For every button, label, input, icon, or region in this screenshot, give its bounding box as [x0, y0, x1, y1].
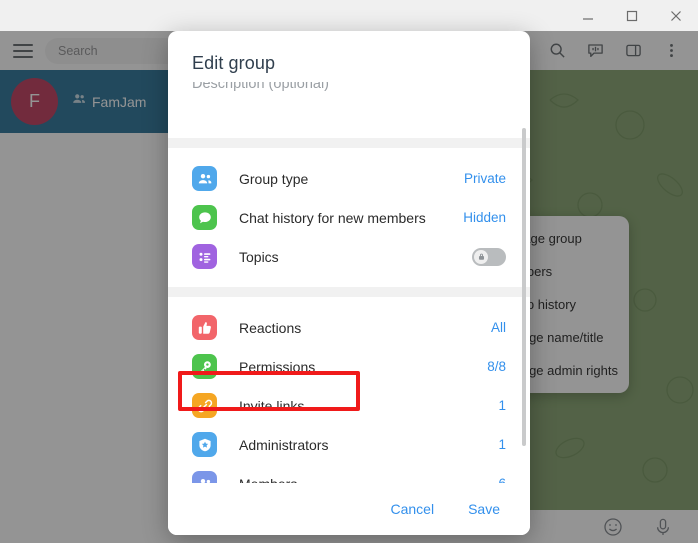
group-people-icon — [192, 166, 217, 191]
row-label: Topics — [239, 248, 279, 265]
row-label: Administrators — [239, 436, 329, 453]
topics-list-icon — [192, 244, 217, 269]
invite-link-icon — [192, 393, 217, 418]
lock-icon — [474, 249, 488, 264]
row-invite-links[interactable]: Invite links 1 — [168, 386, 530, 425]
row-value: 1 — [498, 398, 506, 413]
dialog-scroll-area[interactable]: Description (optional) Group type Privat… — [168, 82, 530, 483]
shield-star-icon — [192, 432, 217, 457]
row-value: Hidden — [463, 210, 506, 225]
row-label: Reactions — [239, 319, 302, 336]
description-field[interactable]: Description (optional) — [168, 82, 530, 138]
description-placeholder: Description (optional) — [192, 82, 330, 92]
row-value: Private — [463, 171, 506, 186]
window-titlebar — [0, 0, 698, 31]
row-label: Chat history for new members — [239, 209, 426, 226]
settings-section-general: Group type Private Chat history for new … — [168, 148, 530, 287]
section-divider — [168, 138, 530, 148]
settings-section-management: Reactions All Permissions 8/8 Invite lin… — [168, 297, 530, 483]
row-value: 1 — [498, 437, 506, 452]
group-people-icon — [192, 471, 217, 483]
topics-toggle[interactable] — [472, 247, 506, 266]
row-chat-history[interactable]: Chat history for new members Hidden — [168, 198, 530, 237]
window-close-button[interactable] — [654, 0, 698, 31]
row-members[interactable]: Members 6 — [168, 464, 530, 483]
row-label: Group type — [239, 170, 309, 187]
window-minimize-button[interactable] — [566, 0, 610, 31]
row-label: Members — [239, 476, 498, 484]
thumbs-up-icon — [192, 315, 217, 340]
edit-group-dialog: Edit group Description (optional) Group … — [168, 31, 530, 535]
row-value: 8/8 — [487, 359, 506, 374]
row-label: Invite links — [239, 397, 305, 414]
row-topics[interactable]: Topics — [168, 237, 530, 276]
row-label: Permissions — [239, 358, 316, 375]
dialog-title: Edit group — [192, 53, 276, 73]
chat-bubble-icon — [192, 205, 217, 230]
save-button[interactable]: Save — [468, 501, 500, 517]
window-maximize-button[interactable] — [610, 0, 654, 31]
row-group-type[interactable]: Group type Private — [168, 159, 530, 198]
dialog-scrollbar[interactable] — [522, 128, 526, 446]
row-permissions[interactable]: Permissions 8/8 — [168, 347, 530, 386]
section-divider — [168, 287, 530, 297]
row-value: All — [490, 320, 506, 335]
cancel-button[interactable]: Cancel — [390, 501, 434, 517]
dialog-footer: Cancel Save — [168, 483, 530, 535]
row-administrators[interactable]: Administrators 1 — [168, 425, 530, 464]
app-window: Search F FamJam Manage group Group histo… — [0, 0, 698, 543]
row-reactions[interactable]: Reactions All — [168, 308, 530, 347]
key-icon — [192, 354, 217, 379]
row-value: 6 — [498, 476, 506, 483]
